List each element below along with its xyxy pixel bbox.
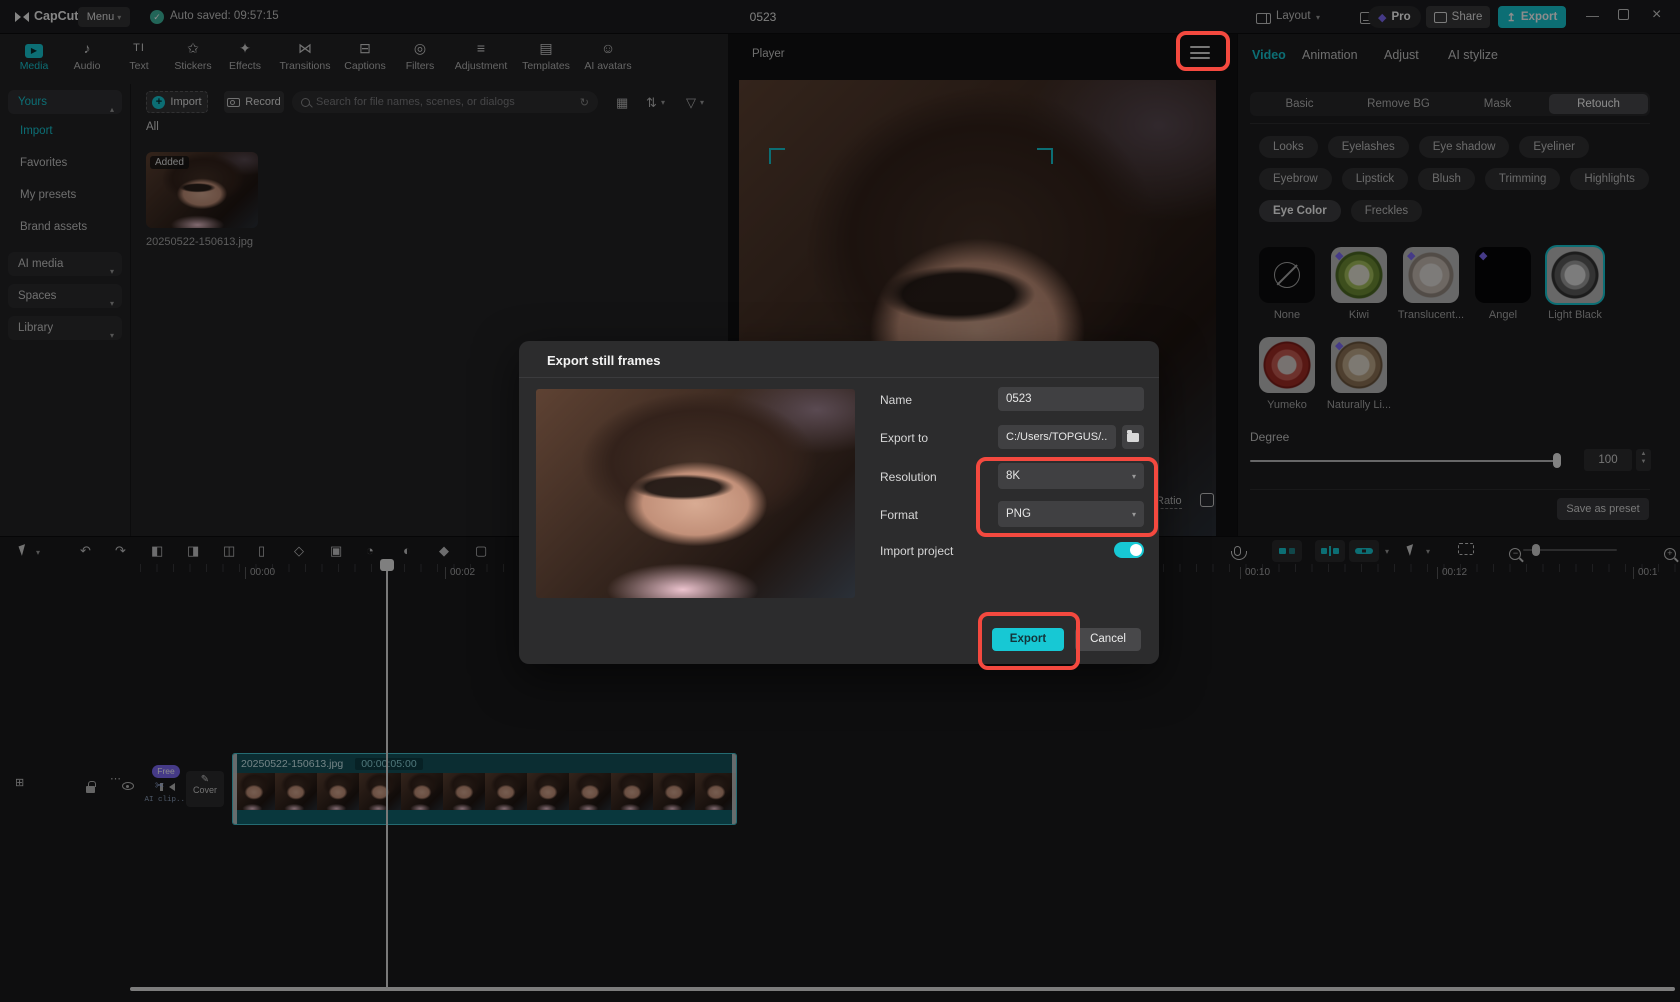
dialog-title: Export still frames [547,353,660,368]
import-project-label: Import project [880,544,953,558]
dialog-cancel-button[interactable]: Cancel [1075,628,1141,651]
import-project-toggle[interactable] [1114,542,1144,558]
capcut-app: CapCut Menu ▾ ✓ Auto saved: 09:57:15 052… [0,0,1680,1002]
annotation-box-player-menu [1176,31,1230,71]
divider [519,377,1159,378]
name-input[interactable] [998,387,1144,411]
annotation-box-resolution-format [976,457,1158,537]
export-path-field[interactable]: C:/Users/TOPGUS/... [998,425,1116,449]
annotation-box-export-button [978,612,1080,670]
format-label: Format [880,508,918,522]
resolution-label: Resolution [880,470,937,484]
browse-folder-button[interactable] [1122,425,1144,449]
folder-icon [1127,433,1139,442]
export-to-label: Export to [880,431,928,445]
frame-preview-image [536,389,855,598]
name-label: Name [880,393,912,407]
